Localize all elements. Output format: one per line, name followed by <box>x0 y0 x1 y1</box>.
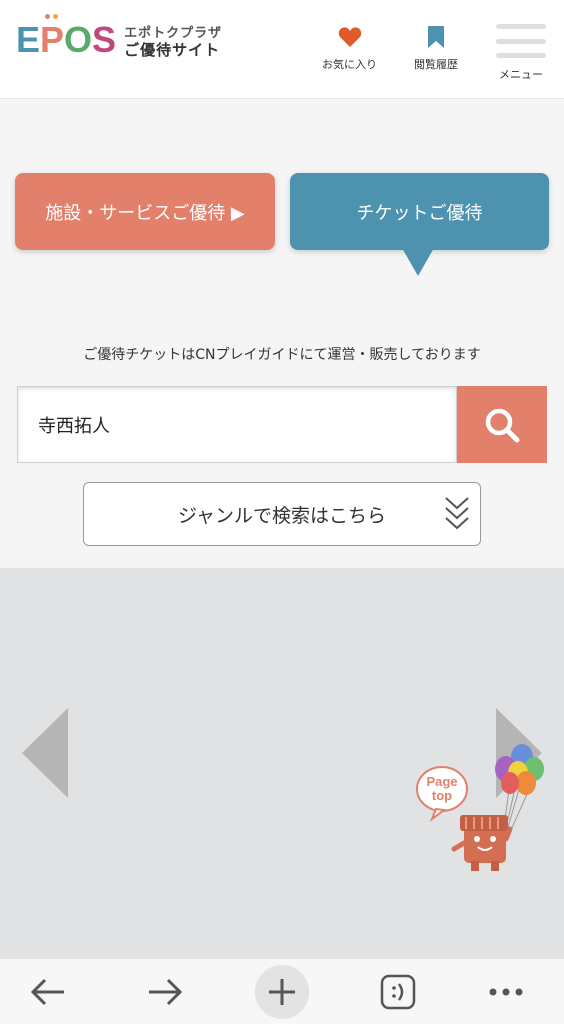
tab-facility-label: 施設・サービスご優待 ▶ <box>45 202 245 224</box>
epos-logo[interactable]: E P O S エポトクプラザ ご優待サイト <box>16 14 223 60</box>
page-top-button[interactable]: Page top <box>414 743 544 877</box>
hamburger-icon <box>496 22 546 60</box>
active-tab-pointer <box>402 248 434 276</box>
page-top-line2: top <box>431 788 453 803</box>
ticket-notice: ご優待チケットはCNプレイガイドにて運営・販売しております <box>83 347 481 363</box>
page-top-mascot-icon <box>416 744 544 871</box>
menu-button[interactable]: メニュー <box>496 22 546 82</box>
logo-letter-p: P <box>40 19 65 60</box>
logo-letter-o: O <box>64 19 93 60</box>
history-button[interactable]: 閲覧履歴 <box>414 26 458 72</box>
triangle-left-icon[interactable] <box>22 708 68 798</box>
site-header: E P O S エポトクプラザ ご優待サイト お気に入り 閲覧履歴 メニュー <box>0 0 564 99</box>
logo-letter-s: S <box>92 19 117 60</box>
heart-icon <box>338 27 361 47</box>
logo-subtitle: エポトクプラザ <box>124 26 223 42</box>
search-input-value: 寺西拓人 <box>38 415 110 437</box>
tab-facility-service[interactable]: 施設・サービスご優待 ▶ <box>15 173 275 250</box>
logo-site-name: ご優待サイト <box>124 40 221 59</box>
double-chevron-down-icon <box>445 497 469 530</box>
page-top-line1: Page <box>426 774 458 789</box>
browser-more-button[interactable] <box>480 959 532 1024</box>
tabs-face-icon <box>380 974 416 1010</box>
page-top-label: Page top <box>419 775 465 803</box>
arrow-right-icon <box>149 978 183 1006</box>
favorites-button[interactable]: お気に入り <box>322 26 377 72</box>
genre-search-label: ジャンルで検索はこちら <box>177 504 387 527</box>
search-input[interactable]: 寺西拓人 <box>17 386 457 463</box>
logo-text: エポトクプラザ ご優待サイト <box>124 26 223 59</box>
plus-icon <box>269 979 295 1005</box>
browser-toolbar <box>0 958 564 1024</box>
logo-wordmark: E P O S <box>16 14 117 60</box>
search-button[interactable] <box>457 386 547 463</box>
logo-letter-e: E <box>16 19 41 60</box>
tab-ticket-label: チケットご優待 <box>356 202 483 224</box>
logo-dots <box>45 14 58 19</box>
browser-back-button[interactable] <box>22 959 74 1024</box>
history-label: 閲覧履歴 <box>414 58 458 71</box>
browser-forward-button[interactable] <box>139 959 191 1024</box>
favorites-label: お気に入り <box>322 58 377 71</box>
browser-new-tab-button[interactable] <box>254 959 310 1024</box>
more-dots-icon <box>489 988 523 996</box>
banner-carousel[interactable]: Page top <box>0 568 564 958</box>
magnifier-icon <box>485 408 520 442</box>
tab-ticket[interactable]: チケットご優待 <box>290 173 549 250</box>
menu-label: メニュー <box>499 68 543 81</box>
browser-tabs-button[interactable] <box>372 959 424 1024</box>
arrow-left-icon <box>30 978 64 1006</box>
bookmark-icon <box>428 26 444 48</box>
genre-search-button[interactable]: ジャンルで検索はこちら <box>83 482 481 546</box>
